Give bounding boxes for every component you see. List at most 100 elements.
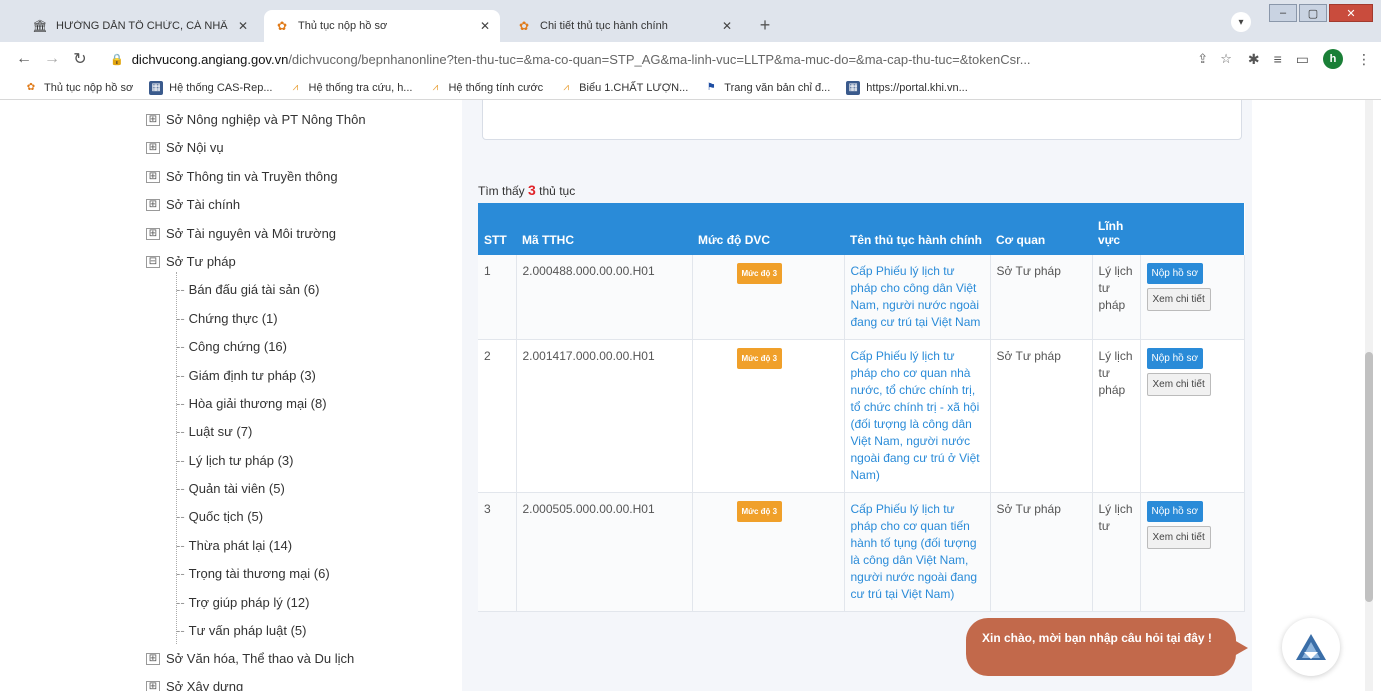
procedure-link[interactable]: Cấp Phiếu lý lịch tư pháp cho cơ quan nh… — [851, 349, 980, 482]
tree-node[interactable]: ⊞ Sở Nội vụ — [146, 140, 224, 155]
row-code: 2.000505.000.00.00.H01 — [516, 492, 693, 612]
maximize-button[interactable]: ▢ — [1299, 4, 1327, 22]
tree-child[interactable]: -- Công chứng (16) — [176, 339, 287, 354]
row-field: Lý lịch tư pháp — [1092, 339, 1141, 493]
expand-icon[interactable]: ⊞ — [146, 170, 160, 183]
profile-avatar[interactable]: h — [1323, 49, 1343, 69]
browser-tab-strip: 🏛 HƯỚNG DẪN TỔ CHỨC, CÁ NHÂ ✕ ✿ Thủ tục … — [0, 0, 1381, 42]
page-scrollbar[interactable] — [1365, 100, 1373, 691]
side-panel-icon[interactable]: ▭ — [1296, 51, 1309, 68]
tree-node[interactable]: ⊞ Sở Xây dựng — [146, 679, 243, 691]
lotus-icon: ✿ — [26, 82, 36, 93]
tab-thu-tuc-nop-ho-so[interactable]: ✿ Thủ tục nộp hồ sơ ✕ — [264, 10, 500, 42]
tree-child[interactable]: -- Tư vấn pháp luật (5) — [176, 623, 307, 638]
close-tab-icon[interactable]: ✕ — [722, 19, 732, 33]
tree-node[interactable]: ⊞ Sở Tài chính — [146, 197, 240, 212]
column-header: Mức độ DVC — [692, 203, 844, 255]
view-detail-button[interactable]: Xem chi tiết — [1146, 373, 1211, 396]
scrollbar-thumb[interactable] — [1365, 352, 1373, 602]
reading-list-icon[interactable]: ≡ — [1274, 51, 1282, 67]
expand-icon[interactable]: ⊞ — [146, 680, 160, 691]
row-agency: Sở Tư pháp — [990, 492, 1093, 612]
row-agency: Sở Tư pháp — [990, 255, 1093, 340]
procedure-link[interactable]: Cấp Phiếu lý lịch tư pháp cho công dân V… — [851, 264, 981, 329]
tree-child[interactable]: -- Giám định tư pháp (3) — [176, 368, 316, 383]
expand-icon[interactable]: ⊞ — [146, 113, 160, 126]
bookmarks-bar: ✿ Thủ tục nộp hồ sơ ▦ Hệ thống CAS-Rep... … — [0, 76, 1381, 100]
column-header: Mã TTHC — [516, 203, 692, 255]
result-count: Tìm thấy 3 thủ tục — [478, 182, 576, 198]
tree-node[interactable]: ⊞ Sở Văn hóa, Thể thao và Du lịch — [146, 651, 354, 666]
tab-huong-dan[interactable]: 🏛 HƯỚNG DẪN TỔ CHỨC, CÁ NHÂ ✕ — [22, 10, 258, 42]
view-detail-button[interactable]: Xem chi tiết — [1146, 288, 1211, 311]
table-row: 2 2.001417.000.00.00.H01 Mức độ 3 Cấp Ph… — [478, 339, 1245, 493]
bookmark-item[interactable]: ⩘ Hệ thống tra cứu, h... — [289, 81, 413, 95]
expand-icon[interactable]: ⊞ — [146, 198, 160, 211]
chat-greeting-bubble[interactable]: Xin chào, mời bạn nhập câu hỏi tại đây ! — [966, 618, 1248, 676]
tree-node[interactable]: ⊞ Sở Nông nghiệp và PT Nông Thôn — [146, 112, 366, 127]
star-icon[interactable]: ☆ — [1220, 51, 1232, 67]
close-tab-icon[interactable]: ✕ — [480, 19, 490, 33]
bookmark-item[interactable]: ⚑ Trang văn bản chỉ đ... — [704, 81, 830, 95]
close-window-button[interactable]: ✕ — [1329, 4, 1373, 22]
row-field: Lý lịch tư pháp — [1092, 255, 1141, 340]
bookmark-item[interactable]: ✿ Thủ tục nộp hồ sơ — [24, 81, 133, 95]
new-tab-button[interactable]: + — [752, 12, 778, 38]
tree-child[interactable]: -- Quốc tịch (5) — [176, 509, 263, 524]
submit-application-button[interactable]: Nộp hồ sơ — [1146, 348, 1204, 369]
row-stt: 3 — [478, 492, 517, 612]
column-header: STT — [478, 203, 516, 255]
tree-child[interactable]: -- Trợ giúp pháp lý (12) — [176, 595, 309, 610]
column-header: Lĩnh vực — [1092, 203, 1140, 255]
forward-icon[interactable]: → — [38, 50, 66, 68]
lock-icon[interactable]: 🔒 — [110, 53, 124, 66]
tree-child[interactable]: -- Bán đấu giá tài sản (6) — [176, 282, 319, 297]
row-code: 2.001417.000.00.00.H01 — [516, 339, 693, 493]
page-icon: 🏛 — [32, 19, 48, 33]
tree-child[interactable]: -- Thừa phát lại (14) — [176, 538, 292, 553]
expand-icon[interactable]: ⊞ — [146, 141, 160, 154]
tree-child[interactable]: -- Chứng thực (1) — [176, 311, 278, 326]
tab-title: Thủ tục nộp hồ sơ — [298, 20, 388, 32]
bookmark-item[interactable]: ⩘ Biểu 1.CHẤT LƯỢN... — [559, 81, 688, 95]
chart-icon: ⩘ — [563, 82, 569, 93]
tree-child[interactable]: -- Lý lịch tư pháp (3) — [176, 453, 293, 468]
app-icon: ▦ — [846, 80, 861, 95]
expand-icon[interactable]: ⊞ — [146, 227, 160, 240]
tree-child[interactable]: -- Trọng tài thương mại (6) — [176, 566, 330, 581]
chatbot-logo-icon — [1296, 634, 1326, 660]
close-tab-icon[interactable]: ✕ — [238, 19, 248, 33]
bookmark-item[interactable]: ⩘ Hệ thống tính cước — [428, 81, 544, 95]
tree-child[interactable]: -- Luật sư (7) — [176, 424, 252, 439]
results-panel: Tìm thấy 3 thủ tục STT Mã TTHC Mức độ DV… — [462, 100, 1252, 691]
bookmark-item[interactable]: ▦ Hệ thống CAS-Rep... — [149, 80, 273, 95]
chat-launcher-button[interactable] — [1282, 618, 1340, 676]
submit-application-button[interactable]: Nộp hồ sơ — [1146, 263, 1204, 284]
minimize-button[interactable]: – — [1269, 4, 1297, 22]
address-url[interactable]: dichvucong.angiang.gov.vn/dichvucong/bep… — [132, 52, 1190, 67]
bookmark-item[interactable]: ▦ https://portal.khi.vn... — [846, 80, 968, 95]
tree-child[interactable]: -- Quản tài viên (5) — [176, 481, 285, 496]
back-icon[interactable]: ← — [10, 50, 38, 68]
row-field: Lý lịch tư — [1092, 492, 1141, 612]
tree-node-su-phap[interactable]: ⊟ Sở Tư pháp — [146, 254, 236, 269]
tree-node[interactable]: ⊞ Sở Thông tin và Truyền thông — [146, 169, 338, 184]
submit-application-button[interactable]: Nộp hồ sơ — [1146, 501, 1204, 522]
view-detail-button[interactable]: Xem chi tiết — [1146, 526, 1211, 549]
collapse-icon[interactable]: ⊟ — [146, 255, 160, 268]
extensions-icon[interactable]: ✱ — [1248, 51, 1260, 68]
reload-icon[interactable]: ↻ — [66, 49, 94, 69]
lotus-icon: ✿ — [276, 19, 288, 33]
table-header-row: STT Mã TTHC Mức độ DVC Tên thủ tục hành … — [478, 203, 1244, 255]
level-badge: Mức độ 3 — [736, 501, 783, 522]
expand-icon[interactable]: ⊞ — [146, 652, 160, 665]
address-bar[interactable]: 🔒 dichvucong.angiang.gov.vn/dichvucong/b… — [102, 46, 1240, 72]
share-icon[interactable]: ⇪ — [1197, 51, 1208, 67]
tree-node[interactable]: ⊞ Sở Tài nguyên và Môi trường — [146, 226, 336, 241]
menu-kebab-icon[interactable]: ⋮ — [1357, 51, 1371, 68]
procedure-link[interactable]: Cấp Phiếu lý lịch tư pháp cho cơ quan ti… — [851, 502, 978, 601]
tree-child[interactable]: -- Hòa giải thương mại (8) — [176, 396, 327, 411]
chevron-down-icon[interactable]: ▾ — [1231, 12, 1251, 32]
row-agency: Sở Tư pháp — [990, 339, 1093, 493]
tab-chi-tiet-thu-tuc[interactable]: ✿ Chi tiết thủ tục hành chính ✕ — [506, 10, 742, 42]
